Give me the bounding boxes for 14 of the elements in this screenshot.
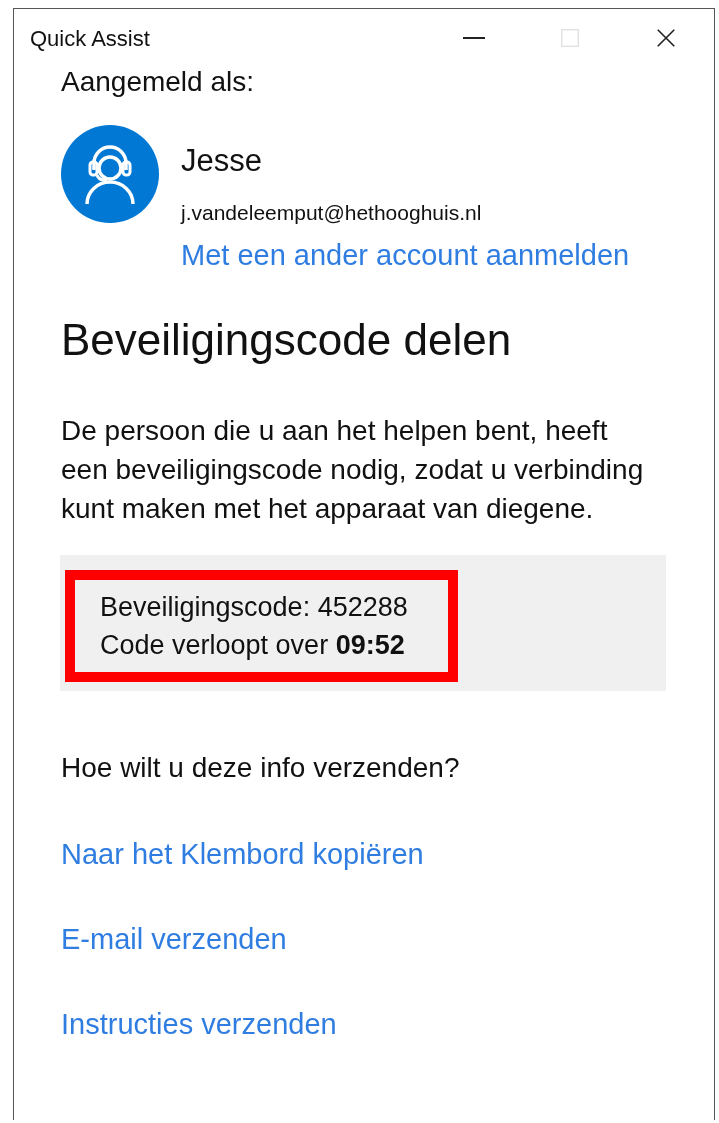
send-option-link[interactable]: Naar het Klembord kopiëren (61, 837, 424, 871)
expiry-text: Code verloopt over 09:52 (100, 629, 406, 662)
user-name: Jesse (181, 142, 263, 180)
signed-in-label: Aangemeld als: (61, 67, 255, 97)
description-text: De persoon die u aan het helpen bent, heeft een beveiligingscode nodig, zodat u verbinding kunt maken met het apparaat van diegene. (61, 414, 645, 526)
page-heading: Beveiligingscode delen (61, 316, 513, 364)
support-agent-avatar-icon (61, 125, 159, 223)
security-code-text: Beveiligingscode: 452288 (100, 591, 409, 624)
send-option-link[interactable]: E-mail verzenden (61, 922, 287, 956)
window-title: Quick Assist (30, 24, 151, 53)
send-option-link[interactable]: Instructies verzenden (61, 1007, 337, 1041)
switch-account-link[interactable]: Met een ander account aanmelden (181, 238, 630, 272)
send-prompt: Hoe wilt u deze info verzenden? (61, 751, 461, 785)
user-email: j.vandeleemput@hethooghuis.nl (181, 200, 483, 226)
